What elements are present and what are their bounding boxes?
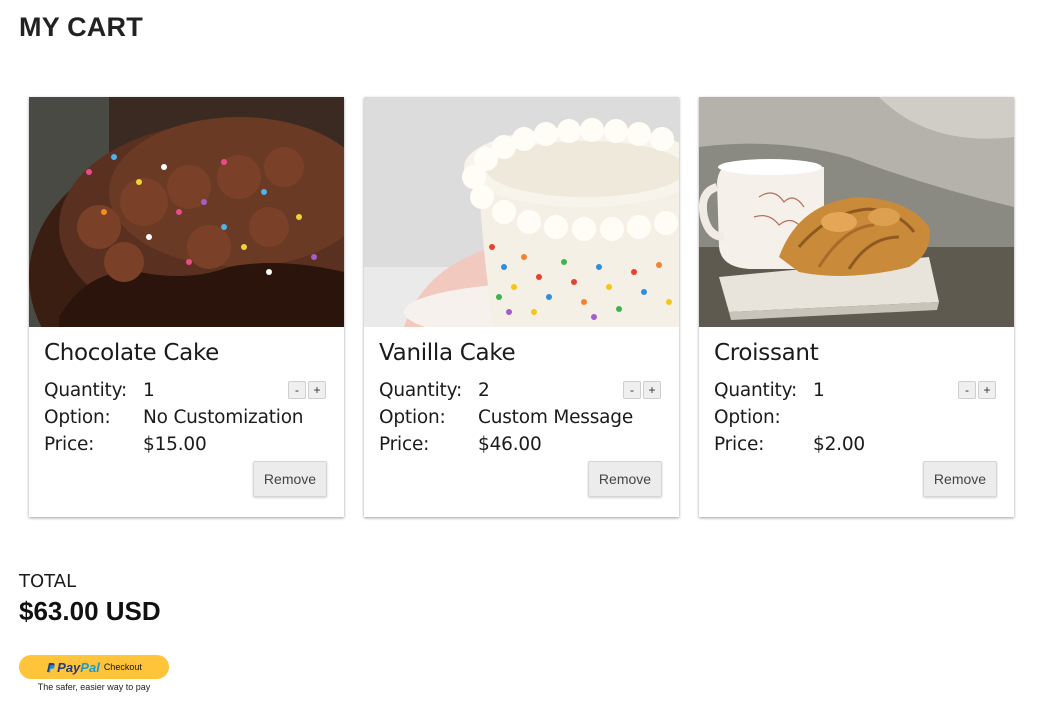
- page-title: MY CART: [19, 12, 143, 42]
- paypal-checkout-button[interactable]: PayPal Checkout: [19, 655, 169, 679]
- item-name: Croissant: [714, 340, 819, 366]
- price-row: Price: $2.00: [714, 434, 865, 455]
- quantity-stepper: - +: [623, 381, 661, 399]
- cart-items: Chocolate Cake Quantity: 1 - + Option: No …: [29, 97, 1014, 517]
- price-value: $2.00: [813, 434, 865, 455]
- decrement-button[interactable]: -: [288, 381, 306, 399]
- quantity-label: Quantity:: [714, 380, 798, 401]
- paypal-p-icon: [47, 662, 55, 672]
- total-amount: $63.00 USD: [19, 596, 161, 626]
- price-value: $15.00: [143, 434, 207, 455]
- price-value: $46.00: [478, 434, 542, 455]
- option-row: Option: No Customization: [44, 407, 304, 428]
- quantity-label: Quantity:: [379, 380, 463, 401]
- paypal-logo: PayPal: [46, 660, 100, 675]
- quantity-label: Quantity:: [44, 380, 128, 401]
- cart-item-card: Croissant Quantity: 1 - + Option: Price: $…: [699, 97, 1014, 517]
- remove-button[interactable]: Remove: [923, 461, 997, 497]
- chocolate-cake-image: [29, 97, 344, 327]
- cart-item-card: Chocolate Cake Quantity: 1 - + Option: No …: [29, 97, 344, 517]
- croissant-image: [699, 97, 1014, 327]
- price-label: Price:: [379, 434, 430, 455]
- option-value: Custom Message: [478, 407, 634, 428]
- quantity-value: 1: [143, 380, 155, 401]
- option-label: Option:: [714, 407, 781, 428]
- increment-button[interactable]: +: [978, 381, 996, 399]
- decrement-button[interactable]: -: [623, 381, 641, 399]
- option-label: Option:: [379, 407, 446, 428]
- price-row: Price: $46.00: [379, 434, 542, 455]
- paypal-tagline: The safer, easier way to pay: [37, 682, 151, 692]
- quantity-value: 1: [813, 380, 825, 401]
- price-row: Price: $15.00: [44, 434, 207, 455]
- option-row: Option: Custom Message: [379, 407, 633, 428]
- increment-button[interactable]: +: [308, 381, 326, 399]
- quantity-value: 2: [478, 380, 490, 401]
- option-label: Option:: [44, 407, 111, 428]
- item-name: Vanilla Cake: [379, 340, 516, 366]
- cart-item-card: Vanilla Cake Quantity: 2 - + Option: Custo…: [364, 97, 679, 517]
- paypal-brand-pay: Pay: [57, 659, 81, 675]
- quantity-stepper: - +: [288, 381, 326, 399]
- quantity-row: Quantity: 1: [714, 380, 825, 401]
- paypal-brand-pal: Pal: [80, 659, 100, 675]
- total-label: TOTAL: [19, 571, 77, 592]
- price-label: Price:: [714, 434, 765, 455]
- vanilla-cake-image: [364, 97, 679, 327]
- remove-button[interactable]: Remove: [588, 461, 662, 497]
- item-name: Chocolate Cake: [44, 340, 219, 366]
- price-label: Price:: [44, 434, 95, 455]
- decrement-button[interactable]: -: [958, 381, 976, 399]
- option-row: Option:: [714, 407, 813, 428]
- remove-button[interactable]: Remove: [253, 461, 327, 497]
- increment-button[interactable]: +: [643, 381, 661, 399]
- paypal-checkout-label: Checkout: [103, 662, 142, 672]
- quantity-row: Quantity: 2: [379, 380, 490, 401]
- quantity-row: Quantity: 1: [44, 380, 155, 401]
- option-value: No Customization: [143, 407, 304, 428]
- quantity-stepper: - +: [958, 381, 996, 399]
